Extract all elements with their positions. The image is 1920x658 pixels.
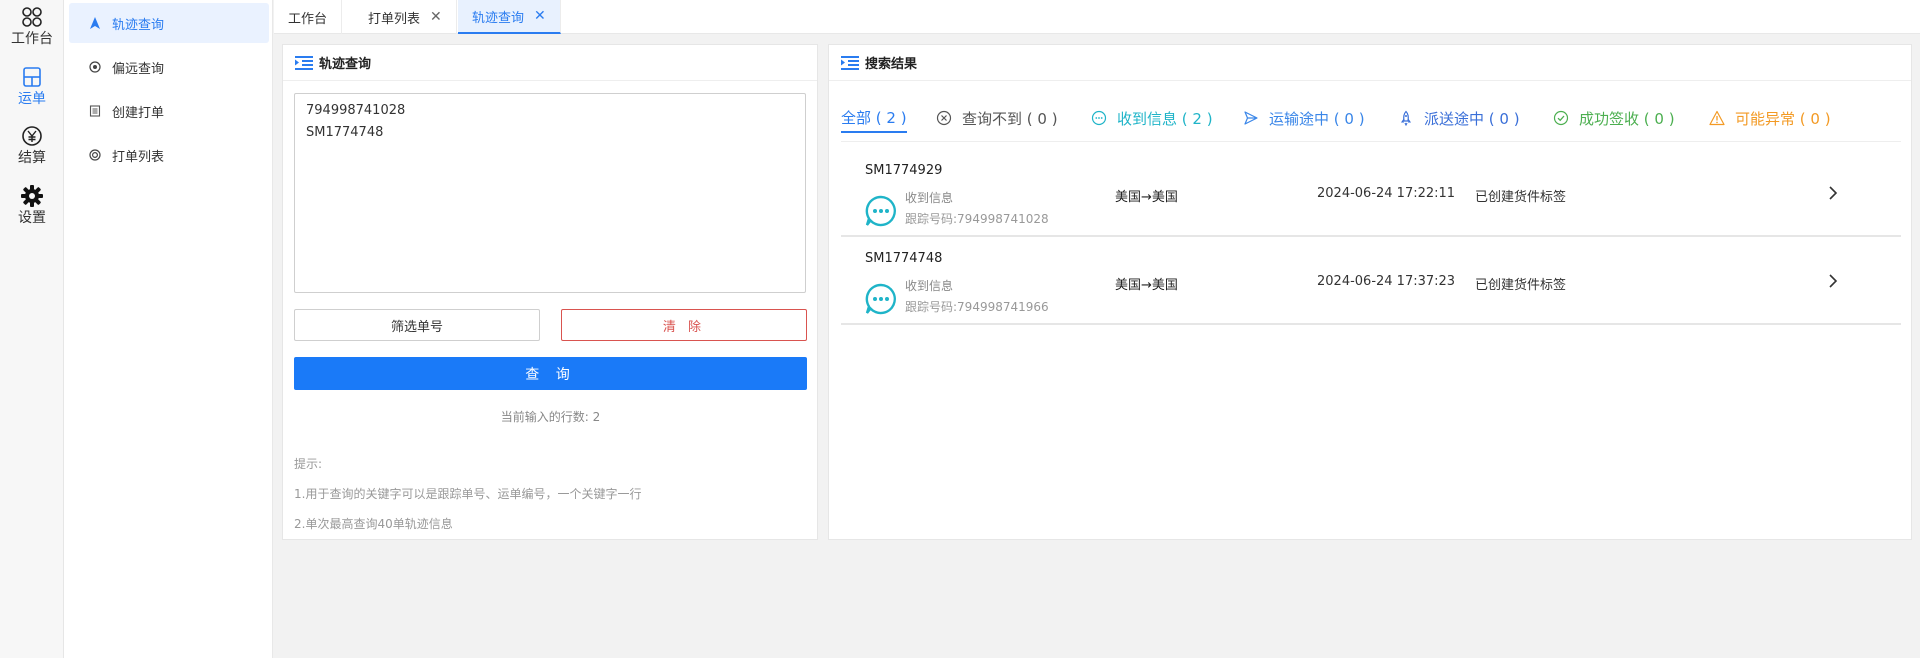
filter-tab-not-found[interactable]: 查询不到 ( 0 ) — [936, 103, 1058, 133]
tip-line: 2.单次最高查询40单轨迹信息 — [294, 517, 453, 531]
rail-label: 设置 — [18, 210, 46, 226]
query-panel-header: 轨迹查询 — [283, 45, 817, 81]
result-row[interactable]: SM1774929 收到信息 跟踪号码:794998741028 美国→美国 2… — [841, 149, 1901, 237]
row-time: 2024-06-24 17:37:23 — [1317, 274, 1456, 289]
filter-label: 收到信息 ( 2 ) — [1117, 109, 1213, 128]
filter-label: 成功签收 ( 0 ) — [1579, 109, 1675, 128]
close-icon[interactable]: ✕ — [534, 8, 546, 24]
send-plane-icon — [1243, 110, 1259, 126]
row-status: 收到信息 — [905, 191, 954, 205]
row-time: 2024-06-24 17:22:11 — [1317, 186, 1456, 201]
query-panel: 轨迹查询 794998741028 SM1774748 筛选单号 清 除 查 询… — [282, 44, 818, 540]
rail-item-waybill[interactable]: 运单 — [0, 64, 64, 108]
rail-item-settlement[interactable]: 结算 — [0, 123, 64, 167]
row-tracking-number: 跟踪号码:794998741028 — [905, 212, 1049, 226]
submenu-item-create-label[interactable]: 创建打单 — [69, 91, 269, 131]
workbench-icon — [22, 7, 42, 27]
indent-list-icon — [295, 55, 313, 70]
rail-label: 工作台 — [11, 31, 53, 47]
row-route: 美国→美国 — [1115, 278, 1178, 293]
filter-numbers-button[interactable]: 筛选单号 — [294, 309, 540, 341]
filter-label: 全部 ( 2 ) — [841, 108, 907, 127]
submenu-item-track-query[interactable]: 轨迹查询 — [69, 3, 269, 43]
filter-tab-out-for-delivery[interactable]: 派送途中 ( 0 ) — [1398, 103, 1520, 133]
panel-title: 搜索结果 — [865, 57, 918, 72]
submenu-item-label-list[interactable]: 打单列表 — [69, 135, 269, 175]
results-panel-header: 搜索结果 — [829, 45, 1911, 81]
settlement-icon — [22, 126, 42, 146]
submenu-label: 轨迹查询 — [112, 17, 165, 33]
chat-bubble-icon — [865, 195, 896, 227]
tab-workbench[interactable]: 工作台 — [274, 0, 343, 34]
navigation-arrow-icon — [88, 16, 102, 30]
tab-label: 工作台 — [288, 11, 328, 27]
filter-tab-info-received[interactable]: 收到信息 ( 2 ) — [1091, 103, 1213, 133]
submenu-label: 创建打单 — [112, 105, 165, 121]
tips-block: 提示: 1.用于查询的关键字可以是跟踪单号、运单编号，一个关键字一行 2.单次最… — [294, 449, 641, 539]
line-count-text: 当前输入的行数: 2 — [500, 410, 601, 424]
submenu-label: 偏远查询 — [112, 61, 165, 77]
warning-icon — [1709, 110, 1725, 126]
chat-bubble-icon — [1091, 110, 1107, 126]
row-state: 已创建货件标签 — [1475, 190, 1567, 205]
rail-item-workbench[interactable]: 工作台 — [0, 4, 64, 48]
tip-line: 1.用于查询的关键字可以是跟踪单号、运单编号，一个关键字一行 — [294, 487, 642, 501]
tab-label: 打单列表 — [368, 11, 421, 27]
query-button[interactable]: 查 询 — [294, 357, 807, 390]
result-row[interactable]: SM1774748 收到信息 跟踪号码:794998741966 美国→美国 2… — [841, 237, 1901, 325]
rail-label: 结算 — [18, 150, 46, 166]
tracking-number-input[interactable]: 794998741028 SM1774748 — [294, 93, 806, 293]
filter-tab-exception[interactable]: 可能异常 ( 0 ) — [1709, 103, 1831, 133]
submenu-label: 打单列表 — [112, 149, 165, 165]
page-tabs: 工作台 打单列表 ✕ 轨迹查询 ✕ — [274, 0, 1920, 34]
tips-title: 提示: — [294, 457, 323, 471]
gear-icon — [21, 185, 43, 207]
main-nav-rail: 工作台 运单 结算 设置 — [0, 0, 64, 658]
row-tracking-number: 跟踪号码:794998741966 — [905, 300, 1049, 314]
list-circle-icon — [88, 148, 102, 162]
filter-tab-in-transit[interactable]: 运输途中 ( 0 ) — [1243, 103, 1365, 133]
results-panel: 搜索结果 全部 ( 2 ) 查询不到 ( 0 ) 收到信息 ( 2 ) 运输途中… — [828, 44, 1912, 540]
target-icon — [88, 60, 102, 74]
rail-item-settings[interactable]: 设置 — [0, 183, 64, 227]
row-route: 美国→美国 — [1115, 190, 1178, 205]
tab-track-query[interactable]: 轨迹查询 ✕ — [458, 0, 561, 34]
tab-label: 轨迹查询 — [472, 10, 525, 26]
close-icon[interactable]: ✕ — [430, 9, 442, 25]
filter-tab-delivered[interactable]: 成功签收 ( 0 ) — [1553, 103, 1675, 133]
tab-label-list[interactable]: 打单列表 ✕ — [354, 0, 457, 34]
row-state: 已创建货件标签 — [1475, 278, 1567, 293]
waybill-number: SM1774748 — [865, 251, 943, 266]
sub-nav: 轨迹查询 偏远查询 创建打单 打单列表 — [64, 0, 273, 658]
circle-x-icon — [936, 110, 952, 126]
chevron-right-icon[interactable] — [1825, 184, 1841, 202]
indent-list-icon — [841, 55, 859, 70]
document-icon — [88, 104, 102, 118]
filter-label: 查询不到 ( 0 ) — [962, 109, 1058, 128]
chat-bubble-icon — [865, 283, 896, 315]
filter-label: 派送途中 ( 0 ) — [1424, 109, 1520, 128]
clear-button[interactable]: 清 除 — [561, 309, 807, 341]
waybill-number: SM1774929 — [865, 163, 943, 178]
filter-label: 运输途中 ( 0 ) — [1269, 109, 1365, 128]
row-status: 收到信息 — [905, 279, 954, 293]
filter-label: 可能异常 ( 0 ) — [1735, 109, 1831, 128]
rocket-icon — [1398, 110, 1414, 126]
waybill-icon — [23, 67, 41, 87]
panel-title: 轨迹查询 — [319, 57, 372, 72]
filters-divider — [841, 141, 1901, 142]
chevron-right-icon[interactable] — [1825, 272, 1841, 290]
submenu-item-remote-query[interactable]: 偏远查询 — [69, 47, 269, 87]
filter-tab-all[interactable]: 全部 ( 2 ) — [841, 103, 907, 133]
check-circle-icon — [1553, 110, 1569, 126]
rail-label: 运单 — [18, 91, 46, 107]
